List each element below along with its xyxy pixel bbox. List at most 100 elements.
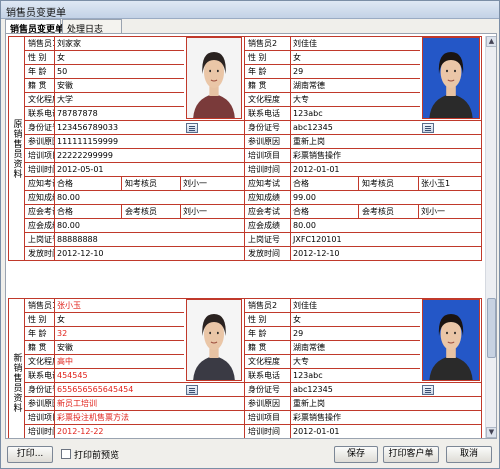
field-label: 联系电话 xyxy=(244,107,290,121)
field-value[interactable]: 80.00 xyxy=(54,219,244,233)
field-label: 联系电话 xyxy=(24,107,54,121)
id-card-lookup-icon[interactable] xyxy=(422,123,434,133)
field-value[interactable]: 111111159999 xyxy=(54,135,244,149)
section-label: 新销售员资料 xyxy=(8,298,24,438)
field-value[interactable]: abc12345 xyxy=(290,383,482,397)
field-label: 年 龄 xyxy=(24,327,54,341)
examiner-value[interactable]: 刘小一 xyxy=(418,205,482,219)
field-value[interactable]: 2012-01-01 xyxy=(290,425,482,438)
scroll-down-button[interactable]: ▼ xyxy=(486,427,496,438)
field-value[interactable]: 78787878 xyxy=(54,107,184,121)
field-value[interactable]: abc12345 xyxy=(290,121,482,135)
field-value[interactable]: 88888888 xyxy=(54,233,244,247)
field-value[interactable]: 2012-05-01 xyxy=(54,163,244,177)
field-value[interactable]: 2012-12-22 xyxy=(54,425,244,438)
field-label: 性 别 xyxy=(24,313,54,327)
change-form-window: 销售员变更单 销售员变更单 处理日志 原销售员资料销售员1刘家家性 别女年 龄5… xyxy=(0,0,500,469)
cancel-button[interactable]: 取消 xyxy=(446,446,492,463)
field-value[interactable]: 99.00 xyxy=(290,191,482,205)
exam-result[interactable]: 合格 xyxy=(290,177,358,191)
field-value[interactable]: 大学 xyxy=(54,93,184,107)
examiner-value[interactable]: 张小玉1 xyxy=(418,177,482,191)
vertical-scrollbar[interactable]: ▲ ▼ xyxy=(485,36,496,438)
field-value[interactable]: 彩票投注机售票方法 xyxy=(54,411,244,425)
field-label: 销售员2 xyxy=(244,37,290,51)
exam-result[interactable]: 合格 xyxy=(54,205,121,219)
id-card-lookup-icon[interactable] xyxy=(186,123,198,133)
exam-label: 应会考试 xyxy=(24,205,54,219)
field-value[interactable]: 123abc xyxy=(290,107,420,121)
left-info-row: 培训时间2012-05-01 xyxy=(24,162,244,177)
examiner-label: 会考核员 xyxy=(121,205,180,219)
right-info-row: 籍 贯湖南常德 xyxy=(244,78,420,93)
field-value[interactable]: 123456789033 xyxy=(54,121,244,135)
right-info-row: 培训项目 彩票销售操作 xyxy=(244,410,482,425)
left-info-row: 联系电话454545 xyxy=(24,368,184,383)
field-label: 年 龄 xyxy=(24,65,54,79)
field-value[interactable]: 女 xyxy=(54,51,184,65)
field-value[interactable]: 2012-12-10 xyxy=(54,247,244,261)
field-value[interactable]: 刘家家 xyxy=(54,37,184,51)
print-button[interactable]: 打印... xyxy=(7,446,53,463)
field-value[interactable]: 安徽 xyxy=(54,341,184,355)
field-value[interactable]: 454545 xyxy=(54,369,184,383)
id-card-lookup-icon[interactable] xyxy=(186,385,198,395)
field-value[interactable]: 65565656564545​4 xyxy=(54,383,244,397)
field-value[interactable]: 50 xyxy=(54,65,184,79)
scroll-up-button[interactable]: ▲ xyxy=(486,36,496,47)
left-info-row: 培训项目彩票投注机售票方法 xyxy=(24,410,244,425)
field-value[interactable]: 2012-01-01 xyxy=(290,163,482,177)
field-value[interactable]: 彩票销售操作 xyxy=(290,411,482,425)
field-value[interactable]: 刘佳佳 xyxy=(290,37,420,51)
field-value[interactable]: 湖南常德 xyxy=(290,341,420,355)
print-preview-checkbox[interactable] xyxy=(61,449,71,459)
field-value[interactable]: 女 xyxy=(290,51,420,65)
exam-result[interactable]: 合格 xyxy=(54,177,121,191)
field-value[interactable]: 安徽 xyxy=(54,79,184,93)
field-value[interactable]: 女 xyxy=(54,313,184,327)
left-info-row: 销售员1张小玉 xyxy=(24,298,184,313)
exam-result[interactable]: 合格 xyxy=(290,205,358,219)
field-value[interactable]: 重新上岗 xyxy=(290,135,482,149)
field-value[interactable]: 80.00 xyxy=(54,191,244,205)
field-value[interactable]: 女 xyxy=(290,313,420,327)
field-label: 发放时间 xyxy=(244,247,290,261)
right-info-row: 培训时间 2012-01-01 xyxy=(244,424,482,438)
right-info-row: 性 别女 xyxy=(244,312,420,327)
field-value[interactable]: 重新上岗 xyxy=(290,397,482,411)
exam-label: 应知考试 xyxy=(24,177,54,191)
field-value[interactable]: 大专 xyxy=(290,355,420,369)
field-value[interactable]: 湖南常德 xyxy=(290,79,420,93)
field-value[interactable]: 2012-12-10 xyxy=(290,247,482,261)
field-value[interactable]: 22222299999 xyxy=(54,149,244,163)
field-label: 上岗证号 xyxy=(244,233,290,247)
field-value[interactable]: 29 xyxy=(290,327,420,341)
save-button[interactable]: 保存 xyxy=(334,446,378,463)
field-value[interactable]: 123abc xyxy=(290,369,420,383)
field-value[interactable]: 29 xyxy=(290,65,420,79)
examiner-value[interactable]: 刘小一 xyxy=(180,177,244,191)
examiner-value[interactable]: 刘小一 xyxy=(180,205,244,219)
field-value[interactable]: JXFC120101 xyxy=(290,233,482,247)
field-value[interactable]: 大专 xyxy=(290,93,420,107)
field-value[interactable]: 80.00 xyxy=(290,219,482,233)
title-bar: 销售员变更单 xyxy=(1,1,499,19)
field-value[interactable]: 高中 xyxy=(54,355,184,369)
field-label: 培训时间 xyxy=(244,163,290,177)
tab-process-log[interactable]: 处理日志 xyxy=(62,19,122,35)
field-value[interactable]: 新员工培训 xyxy=(54,397,244,411)
field-value[interactable]: 刘佳佳 xyxy=(290,299,420,313)
original-salesperson-section: 原销售员资料销售员1刘家家性 别女年 龄50籍 贯安徽文化程度大学联系电话787… xyxy=(8,36,482,261)
id-card-lookup-icon[interactable] xyxy=(422,385,434,395)
right-info-row: 联系电话 123abc xyxy=(244,106,420,121)
field-value[interactable]: 彩票销售操作 xyxy=(290,149,482,163)
scroll-thumb[interactable] xyxy=(487,298,496,358)
print-customer-button[interactable]: 打印客户单 xyxy=(383,446,439,463)
left-info-row: 年 龄 32 xyxy=(24,326,184,341)
knowledge-score-row: 应知成绩80.00 xyxy=(24,190,244,205)
field-value[interactable]: 32 xyxy=(54,327,184,341)
right-info-row: 销售员2 刘佳佳 xyxy=(244,36,420,51)
field-label: 应知成绩 xyxy=(24,191,54,205)
field-value[interactable]: 张小玉 xyxy=(54,299,184,313)
issue-date-row: 发放时间2012-12-10 xyxy=(24,246,244,261)
